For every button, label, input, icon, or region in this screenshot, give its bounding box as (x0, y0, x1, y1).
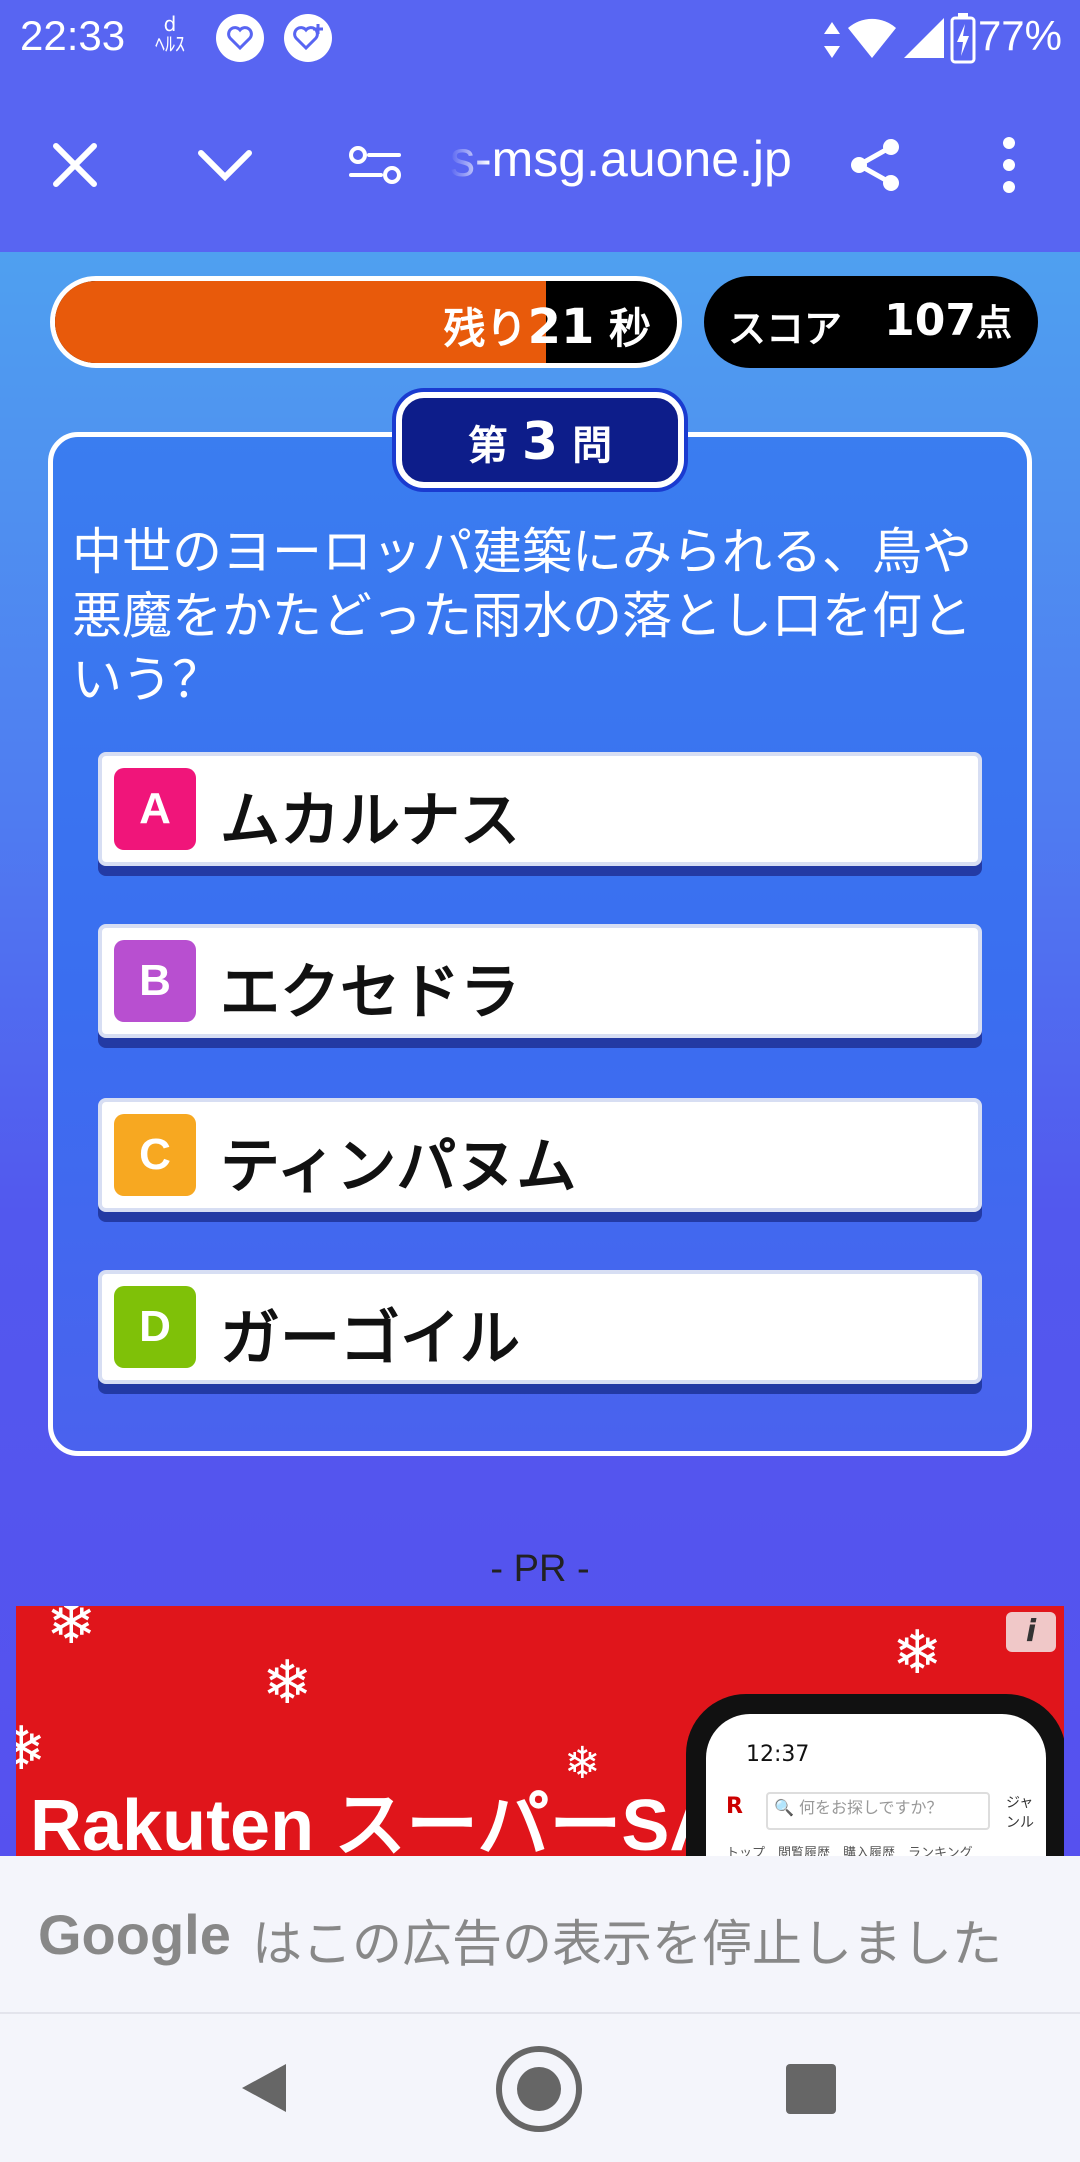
choice-d-text: ガーゴイル (220, 1304, 520, 1374)
choice-c-button[interactable]: C ティンパヌム (98, 1098, 982, 1212)
score-box: スコア 107点 (704, 276, 1038, 368)
share-icon (851, 139, 899, 191)
close-icon (53, 143, 97, 187)
phone-menu: ジャンル (1006, 1795, 1034, 1831)
more-options-button[interactable] (964, 120, 1054, 210)
url-fade (450, 120, 490, 210)
timer-label: 残り (443, 304, 528, 353)
snowflake-icon: ❄ (892, 1618, 943, 1688)
browser-toolbar: s-msg.auone.jp (0, 80, 1080, 252)
chevron-down-icon (198, 150, 252, 182)
d-healthcare-icon: d ﾍﾙｽ (155, 12, 185, 56)
battery-charging-icon (950, 13, 976, 64)
pr-label: - PR - (490, 1548, 590, 1590)
phone-search-placeholder: 何をお探しですか？ (799, 1798, 943, 1817)
score-value: 107 (884, 295, 976, 346)
data-arrows-icon (824, 22, 840, 58)
ad-banner[interactable]: ❄ ❄ ❄ ❄ ❄ i Rakuten スーパーSALE 12:37 R 🔍 何… (16, 1606, 1064, 1856)
navigation-bar (0, 2012, 1080, 2162)
site-settings-button[interactable] (330, 120, 420, 210)
timer-value: 21 (527, 299, 595, 355)
timer-unit: 秒 (608, 304, 651, 353)
choice-a-button[interactable]: A ムカルナス (98, 752, 982, 866)
back-icon[interactable] (238, 2060, 290, 2116)
status-time: 22:33 (20, 12, 126, 59)
choice-b-letter: B (114, 940, 196, 1022)
search-icon: 🔍 (774, 1798, 794, 1817)
more-icon (1003, 137, 1015, 193)
score-unit: 点 (975, 303, 1012, 344)
google-logo: Google (38, 1903, 231, 1966)
heart-plus-app-icon (284, 14, 332, 62)
choice-a-text: ムカルナス (220, 786, 520, 856)
ad-info-icon[interactable]: i (1006, 1612, 1056, 1652)
status-bar: 22:33 d ﾍﾙｽ 77% (0, 0, 1080, 80)
question-number-badge: 第3問 (396, 392, 684, 488)
google-ad-notice: Google はこの広告の表示を停止しました (0, 1856, 1080, 2012)
score-label: スコア (728, 307, 843, 351)
url-text[interactable]: s-msg.auone.jp (450, 130, 810, 188)
question-number-prefix: 第 (467, 423, 508, 469)
signal-icon (904, 18, 944, 58)
choice-d-button[interactable]: D ガーゴイル (98, 1270, 982, 1384)
phone-illustration: 12:37 R 🔍 何をお探しですか？ ジャンル トップ 閲覧履歴 購入履歴 ラ… (686, 1694, 1064, 1856)
question-number: 3 (521, 412, 559, 472)
timer-bar: 残り21 秒 (50, 276, 682, 368)
rakuten-logo-icon: R (726, 1794, 743, 1819)
question-text: 中世のヨーロッパ建築にみられる、鳥や悪魔をかたどった雨水の落とし口を何という？ (72, 523, 972, 709)
question-number-suffix: 問 (572, 423, 613, 469)
choice-b-text: エクセドラ (220, 958, 520, 1028)
choice-c-letter: C (114, 1114, 196, 1196)
choice-b-button[interactable]: B エクセドラ (98, 924, 982, 1038)
choice-d-letter: D (114, 1286, 196, 1368)
timer-text: 残り21 秒 (444, 295, 651, 356)
share-button[interactable] (830, 120, 920, 210)
battery-percent: 77% (977, 12, 1062, 59)
wifi-icon (848, 18, 896, 58)
site-settings-icon (349, 146, 401, 184)
close-tab-button[interactable] (30, 120, 120, 210)
phone-screen: 12:37 R 🔍 何をお探しですか？ ジャンル トップ 閲覧履歴 購入履歴 ラ… (706, 1714, 1046, 1856)
heart-app-icon (216, 14, 264, 62)
choice-a-letter: A (114, 768, 196, 850)
google-notice-message: はこの広告の表示を停止しました (252, 1915, 1002, 1973)
minimize-button[interactable] (180, 120, 270, 210)
score-display: 107点 (884, 294, 1012, 346)
phone-search: 🔍 何をお探しですか？ (766, 1792, 990, 1830)
choice-c-text: ティンパヌム (220, 1132, 577, 1202)
phone-tabs: トップ 閲覧履歴 購入履歴 ランキング (726, 1846, 973, 1856)
snowflake-icon: ❄ (46, 1606, 97, 1658)
recents-icon[interactable] (786, 2064, 836, 2114)
home-icon[interactable] (494, 2044, 584, 2134)
snowflake-icon: ❄ (262, 1648, 313, 1718)
phone-time: 12:37 (746, 1742, 810, 1767)
